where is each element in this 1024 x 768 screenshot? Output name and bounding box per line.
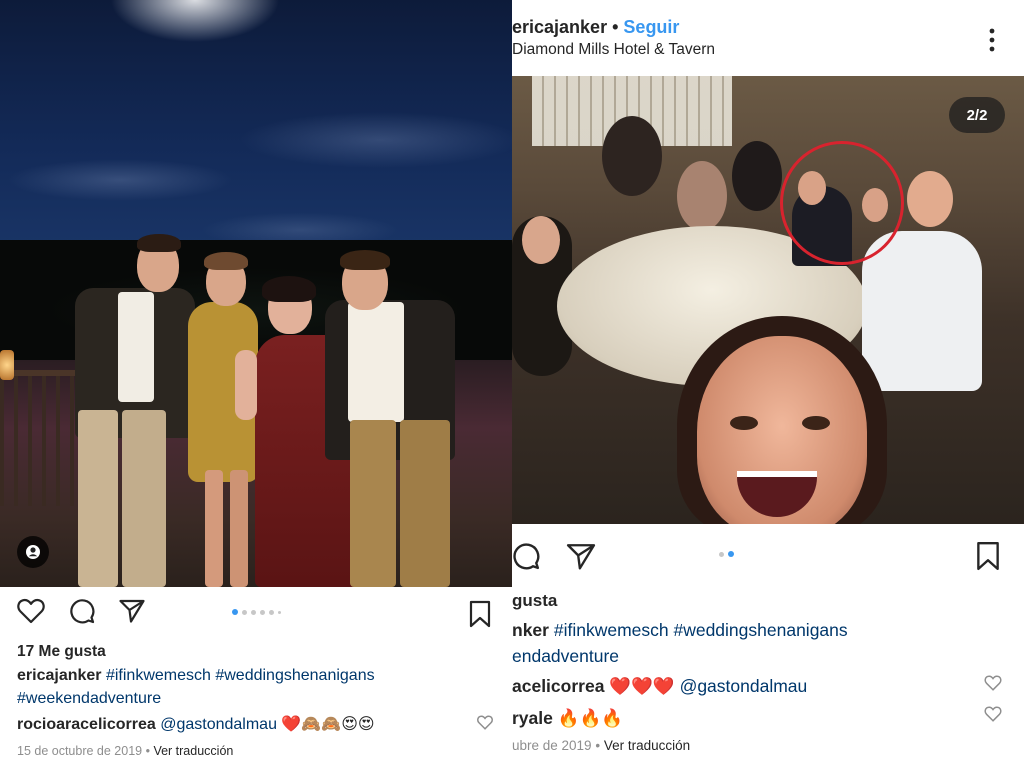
comment-username[interactable]: acelicorrea <box>512 676 604 696</box>
carousel-dot <box>260 609 265 615</box>
caption-username[interactable]: ericajanker <box>17 667 102 684</box>
selfie-eye <box>802 416 830 430</box>
comment-1: acelicorrea ❤️❤️❤️ @gastondalmau <box>512 673 807 699</box>
comment-username[interactable]: ryale <box>512 708 553 728</box>
comment-2: ryale 🔥🔥🔥 <box>512 705 623 731</box>
post-meta: ubre de 2019 • Ver traducción <box>512 738 690 753</box>
caption: ericajanker #ifinkwemesch #weddingshenan… <box>17 664 375 710</box>
carousel-dot <box>269 609 274 615</box>
post-photo-night-terrace[interactable] <box>0 0 512 587</box>
location-link[interactable]: Diamond Mills Hotel & Tavern <box>512 41 715 59</box>
post-meta: 15 de octubre de 2019 • Ver traducción <box>17 744 233 758</box>
post-date: ubre de 2019 <box>512 738 592 753</box>
caption-hashtag[interactable]: endadventure <box>512 646 619 666</box>
comment-like-heart-icon[interactable] <box>984 706 1002 722</box>
post-date: 15 de octubre de 2019 <box>17 744 143 758</box>
heart-icon[interactable] <box>17 598 45 624</box>
meta-separator: • <box>142 744 154 758</box>
guest <box>677 161 727 231</box>
comment-like-heart-icon[interactable] <box>477 715 493 730</box>
guest <box>732 141 782 211</box>
user-tag-icon[interactable] <box>17 536 49 568</box>
bookmark-icon[interactable] <box>468 600 492 628</box>
guest <box>862 231 982 391</box>
comment-emoji: 🔥🔥🔥 <box>557 708 624 728</box>
likes-count[interactable]: gusta <box>512 589 557 612</box>
comment-icon[interactable] <box>512 542 540 570</box>
header-dot: • <box>612 17 619 37</box>
comment-username[interactable]: rocioaracelicorrea <box>17 716 156 733</box>
comment-mention[interactable]: @gastondalmau <box>160 716 277 733</box>
caption: nker #ifinkwemesch #weddingshenanigans e… <box>512 617 848 669</box>
caption-username[interactable]: nker <box>512 620 549 640</box>
share-icon[interactable] <box>566 543 596 570</box>
likes-count[interactable]: 17 Me gusta <box>17 640 106 663</box>
translate-link[interactable]: Ver traducción <box>604 738 690 753</box>
guest <box>602 116 662 196</box>
highlight-circle <box>780 141 904 265</box>
lamp <box>0 350 14 380</box>
carousel-dot-active <box>728 551 734 557</box>
comment: rocioaracelicorrea @gastondalmau ❤️🙈🙈😍😍 <box>17 713 375 736</box>
bookmark-icon[interactable] <box>975 541 1001 571</box>
comment-icon[interactable] <box>69 598 95 624</box>
header-user-line: ericajanker • Seguir <box>512 17 679 38</box>
carousel-indicator <box>719 551 734 557</box>
caption-hashtags[interactable]: #ifinkwemesch #weddingshenanigans <box>106 667 375 684</box>
post-header: ericajanker • Seguir Diamond Mills Hotel… <box>512 0 1024 76</box>
carousel-dot <box>251 609 256 615</box>
meta-separator: • <box>591 738 604 753</box>
share-icon[interactable] <box>119 599 145 623</box>
carousel-dot-active <box>232 609 238 615</box>
guest-face <box>522 216 560 264</box>
follow-button[interactable]: Seguir <box>623 17 679 37</box>
sky-clouds <box>0 60 512 260</box>
translate-link[interactable]: Ver traducción <box>153 744 233 758</box>
action-bar <box>512 542 596 570</box>
more-options-icon[interactable] <box>988 28 996 52</box>
caption-hashtag[interactable]: #weekendadventure <box>17 690 161 707</box>
selfie-eye <box>730 416 758 430</box>
action-bar <box>17 598 145 624</box>
carousel-indicator <box>232 609 281 615</box>
comment-emoji: ❤️🙈🙈😍😍 <box>281 716 375 733</box>
left-post: 17 Me gusta ericajanker #ifinkwemesch #w… <box>0 0 512 768</box>
comment-mention[interactable]: @gastondalmau <box>680 676 808 696</box>
carousel-counter: 2/2 <box>949 97 1005 133</box>
comment-emoji: ❤️❤️❤️ <box>609 676 675 696</box>
comment-like-heart-icon[interactable] <box>984 675 1002 691</box>
carousel-dot <box>242 609 247 615</box>
right-post: ericajanker • Seguir Diamond Mills Hotel… <box>512 0 1024 768</box>
post-photo-reception[interactable]: 2/2 <box>512 76 1024 524</box>
header-username[interactable]: ericajanker <box>512 17 607 37</box>
caption-hashtags[interactable]: #ifinkwemesch #weddingshenanigans <box>554 620 848 640</box>
carousel-dot <box>719 551 724 557</box>
guest-face <box>907 171 953 227</box>
carousel-dot <box>278 610 281 614</box>
